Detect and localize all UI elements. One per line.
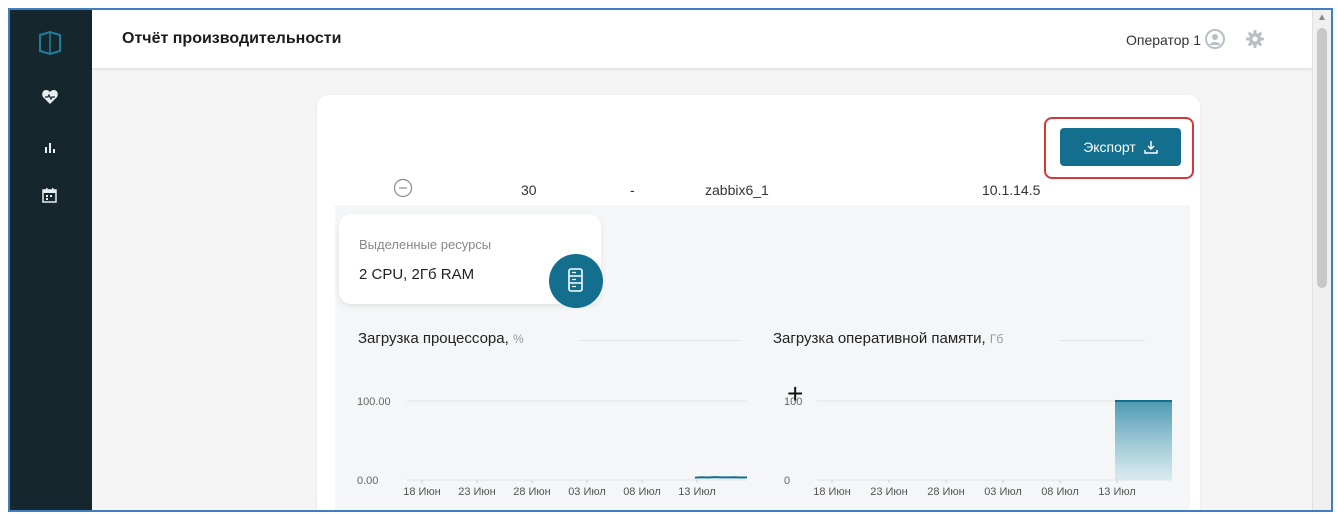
resources-card: Выделенные ресурсы 2 CPU, 2Гб RAM <box>339 214 603 308</box>
resources-label: Выделенные ресурсы <box>359 237 492 252</box>
x-tick-label: 13 Июл <box>678 486 716 498</box>
cpu-chart-title-text: Загрузка процессора, <box>358 330 509 347</box>
vertical-scrollbar[interactable]: ▲ <box>1312 10 1331 510</box>
resources-value: 2 CPU, 2Гб RAM <box>359 266 475 283</box>
scrollbar-thumb[interactable] <box>1317 28 1327 288</box>
ram-chart-title: Загрузка оперативной памяти, Гб <box>773 330 1003 347</box>
logo-icon[interactable] <box>37 30 63 56</box>
y-tick-label: 0 <box>784 475 790 487</box>
export-button-label: Экспорт <box>1083 139 1136 155</box>
cpu-chart: 100.00 0.00 18 Июн 23 Июн 28 Июн 03 Июл 08 Июл… <box>357 396 748 498</box>
x-tick-label: 18 Июн <box>813 486 851 498</box>
x-tick-label: 28 Июн <box>513 486 551 498</box>
app-window: Отчёт производительности Оператор 1 ▲ Эк… <box>8 8 1333 512</box>
crosshair-cursor-icon: + <box>787 378 804 409</box>
x-tick-label: 13 Июл <box>1098 486 1136 498</box>
x-tick-label: 08 Июл <box>623 486 661 498</box>
cpu-chart-unit: % <box>512 332 524 346</box>
ram-chart-unit: Гб <box>989 332 1004 346</box>
scroll-up-arrow-icon[interactable]: ▲ <box>1317 12 1327 23</box>
y-tick-label: 100.00 <box>357 396 391 408</box>
bar-chart-icon[interactable] <box>41 138 59 156</box>
page-title: Отчёт производительности <box>122 30 342 47</box>
row-number: 30 <box>521 182 537 198</box>
sidebar <box>10 10 92 510</box>
host-name: zabbix6_1 <box>705 182 769 198</box>
report-card: Экспорт 30 - zabbix6_1 10.1.14.5 Выделен… <box>317 95 1200 510</box>
user-name[interactable]: Оператор 1 <box>1126 32 1201 48</box>
ram-title-divider <box>1060 340 1145 341</box>
gear-icon[interactable] <box>1245 29 1265 49</box>
server-icon <box>549 254 603 308</box>
ram-chart-title-text: Загрузка оперативной памяти, <box>773 330 986 347</box>
ram-area-series <box>1115 401 1172 480</box>
x-tick-label: 23 Июн <box>870 486 908 498</box>
x-tick-label: 03 Июл <box>568 486 606 498</box>
row-dash: - <box>630 182 635 198</box>
x-tick-label: 23 Июн <box>458 486 496 498</box>
collapse-row-icon[interactable] <box>393 178 413 198</box>
export-button[interactable]: Экспорт <box>1060 128 1181 166</box>
x-tick-label: 28 Июн <box>927 486 965 498</box>
cpu-title-divider <box>579 340 741 341</box>
x-tick-label: 03 Июл <box>984 486 1022 498</box>
heart-pulse-icon[interactable] <box>41 88 59 106</box>
ram-chart: 100018 Июн 23 Июн 28 Июн 03 Июл 08 Июл 13 Июл <box>784 396 1172 498</box>
top-bar: Отчёт производительности Оператор 1 <box>92 10 1313 68</box>
download-icon <box>1144 141 1158 154</box>
y-tick-label: 0.00 <box>357 475 378 487</box>
x-tick-label: 18 Июн <box>403 486 441 498</box>
user-avatar-icon[interactable] <box>1205 29 1225 49</box>
x-tick-label: 08 Июл <box>1041 486 1079 498</box>
calendar-icon[interactable] <box>41 186 59 204</box>
cpu-chart-title: Загрузка процессора, % <box>358 330 524 347</box>
host-ip: 10.1.14.5 <box>982 182 1041 198</box>
